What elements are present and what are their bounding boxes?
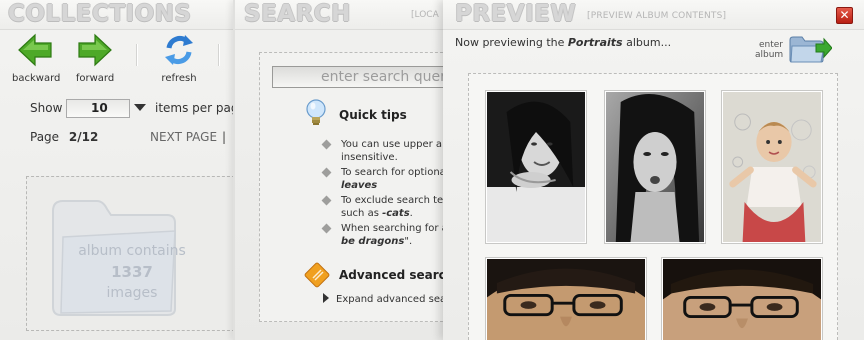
tip-item: To exclude search te such as -cats.	[321, 194, 451, 220]
preview-panel: PREVIEW [PREVIEW ALBUM CONTENTS] ✕ Now p…	[443, 0, 864, 340]
photo-thumbnail[interactable]	[661, 257, 823, 340]
refresh-button[interactable]: refresh	[156, 32, 202, 84]
locale-label: [LOCA	[411, 10, 439, 20]
photo-thumbnail[interactable]	[485, 257, 647, 340]
expand-advanced-label: Expand advanced sea	[336, 294, 447, 305]
refresh-label: refresh	[161, 73, 197, 84]
pagination-row: Page 2/12 NEXT PAGE |	[30, 130, 240, 144]
page-value: 2/12	[68, 130, 99, 144]
forward-label: forward	[75, 73, 115, 84]
close-button[interactable]: ✕	[836, 7, 853, 24]
per-page-select[interactable]: 10	[66, 99, 130, 118]
lightbulb-icon	[306, 99, 326, 125]
portrait-photo	[487, 92, 585, 242]
portrait-photo	[487, 259, 645, 340]
arrow-left-icon	[18, 33, 52, 67]
quick-tips-heading: Quick tips	[339, 108, 407, 122]
portrait-photo	[606, 92, 704, 242]
per-page-suffix: items per pag	[155, 101, 239, 115]
tip-item: You can use upper a insensitive.	[321, 138, 451, 164]
tip-item: To search for optiona leaves	[321, 166, 451, 192]
enter-album-icon[interactable]	[788, 32, 832, 64]
photo-thumbnail[interactable]	[604, 90, 706, 244]
backward-button[interactable]: backward	[12, 32, 61, 84]
page-label: Page	[30, 130, 60, 144]
portrait-photo	[723, 92, 821, 242]
photo-thumbnail[interactable]	[485, 90, 587, 244]
quick-tips-list: You can use upper a insensitive. To sear…	[321, 138, 451, 250]
pagination-separator: |	[222, 130, 227, 144]
collections-toolbar: backward forward refresh	[0, 32, 240, 84]
album-count: 1337	[111, 263, 153, 281]
advanced-search-icon	[304, 262, 330, 288]
album-info: album contains 1337 images	[67, 241, 197, 304]
now-previewing-text: Now previewing the Portraits album...	[455, 36, 672, 49]
search-title: SEARCH	[244, 1, 351, 27]
expand-advanced-toggle[interactable]: Expand advanced sea	[323, 293, 446, 305]
preview-subtitle: [PREVIEW ALBUM CONTENTS]	[587, 11, 727, 21]
tip-item: When searching for a be dragons".	[321, 222, 451, 248]
advanced-search-heading: Advanced search	[339, 268, 451, 282]
enter-album-label[interactable]: enter album	[755, 40, 783, 60]
album-name: Portraits	[567, 36, 623, 49]
refresh-icon	[165, 35, 193, 65]
album-images-label: images	[106, 285, 158, 301]
album-dropzone[interactable]: album contains 1337 images	[26, 176, 240, 331]
portrait-photo	[663, 259, 821, 340]
search-input[interactable]: enter search quer	[272, 66, 451, 88]
album-gallery	[468, 73, 838, 340]
app-window: COLLECTIONS backward forward refresh Sho…	[0, 0, 864, 340]
search-panel: SEARCH [LOCA enter search quer Quick tip…	[233, 0, 451, 340]
collections-title: COLLECTIONS	[8, 1, 192, 27]
toolbar-separator	[136, 44, 138, 66]
preview-title: PREVIEW	[455, 1, 577, 27]
photo-thumbnail[interactable]	[721, 90, 823, 244]
chevron-down-icon[interactable]	[134, 104, 146, 111]
chevron-right-icon	[323, 293, 329, 303]
toolbar-separator	[218, 44, 220, 66]
forward-button[interactable]: forward	[72, 32, 118, 84]
collections-panel: COLLECTIONS backward forward refresh Sho…	[0, 0, 240, 340]
backward-label: backward	[12, 73, 61, 84]
next-page-link[interactable]: NEXT PAGE	[150, 130, 217, 144]
show-label: Show	[30, 101, 63, 115]
arrow-right-icon	[78, 33, 112, 67]
per-page-row: Show 10 items per pag	[30, 99, 240, 118]
album-contains-label: album contains	[78, 243, 186, 259]
